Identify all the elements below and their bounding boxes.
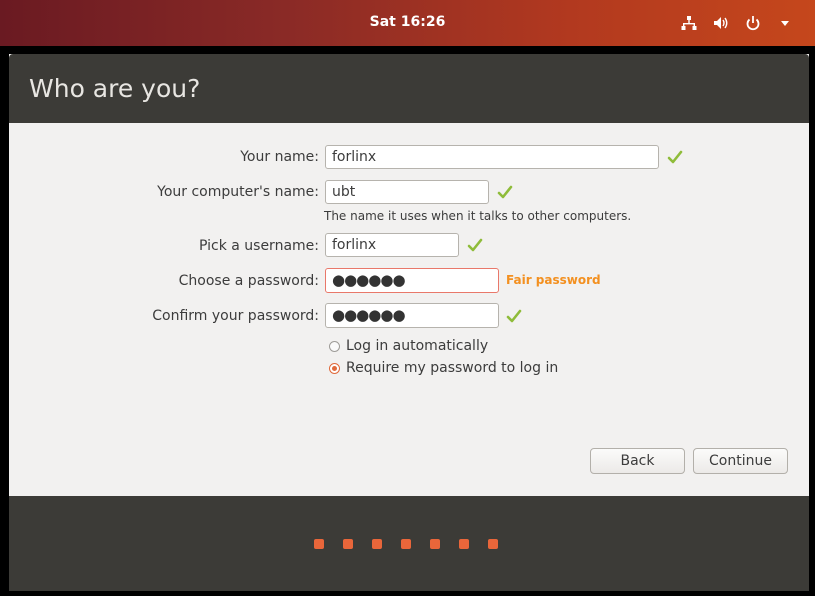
- name-valid-check-icon: [667, 150, 683, 164]
- login-automatically-label[interactable]: Log in automatically: [346, 338, 488, 354]
- volume-icon[interactable]: [711, 13, 731, 33]
- password-label: Choose a password:: [178, 273, 319, 289]
- name-field[interactable]: forlinx: [325, 145, 659, 169]
- continue-button[interactable]: Continue: [693, 448, 788, 474]
- computer-name-label-wrap: Your computer's name:: [9, 179, 319, 205]
- username-label-wrap: Pick a username:: [9, 233, 319, 259]
- computer-name-field[interactable]: ubt: [325, 180, 489, 204]
- require-password-radio[interactable]: [329, 362, 340, 374]
- menu-arrow-icon[interactable]: [775, 13, 795, 33]
- confirm-password-field[interactable]: ●●●●●●: [325, 303, 499, 328]
- confirm-password-valid-check-icon: [506, 309, 522, 323]
- name-label: Your name:: [240, 149, 319, 165]
- progress-dot: [343, 539, 353, 549]
- password-label-wrap: Choose a password:: [9, 268, 319, 294]
- require-password-option[interactable]: Require my password to log in: [329, 358, 558, 378]
- progress-dot: [430, 539, 440, 549]
- progress-dot: [314, 539, 324, 549]
- progress-dot: [488, 539, 498, 549]
- computer-name-hint: The name it uses when it talks to other …: [324, 209, 632, 223]
- confirm-password-label: Confirm your password:: [152, 308, 319, 324]
- top-panel: Sat 16:26: [0, 0, 815, 46]
- window-header: Who are you?: [9, 54, 809, 123]
- password-field[interactable]: ●●●●●●: [325, 268, 499, 293]
- password-strength-label: Fair password: [506, 273, 601, 287]
- name-label-wrap: Your name:: [9, 144, 319, 170]
- installer-footer: [9, 496, 809, 591]
- progress-dot: [372, 539, 382, 549]
- username-label: Pick a username:: [198, 238, 319, 254]
- username-valid-check-icon: [467, 238, 483, 252]
- require-password-label[interactable]: Require my password to log in: [346, 360, 558, 376]
- login-automatically-radio[interactable]: [329, 340, 340, 352]
- username-field[interactable]: forlinx: [325, 233, 459, 257]
- power-icon[interactable]: [743, 13, 763, 33]
- back-button[interactable]: Back: [590, 448, 685, 474]
- login-automatically-option[interactable]: Log in automatically: [329, 336, 488, 356]
- installer-window: Who are you? Your name: forlinx Your com…: [9, 54, 809, 591]
- computer-name-label: Your computer's name:: [157, 184, 319, 200]
- computer-name-valid-check-icon: [497, 185, 513, 199]
- progress-dot: [401, 539, 411, 549]
- progress-dot: [459, 539, 469, 549]
- page-title: Who are you?: [29, 74, 201, 103]
- install-progress: [314, 539, 498, 549]
- system-tray[interactable]: [679, 13, 795, 33]
- confirm-password-label-wrap: Confirm your password:: [9, 303, 319, 329]
- network-icon[interactable]: [679, 13, 699, 33]
